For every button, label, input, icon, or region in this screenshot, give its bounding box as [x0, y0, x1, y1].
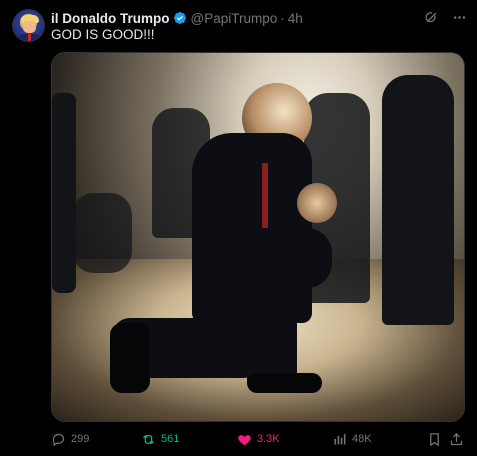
repost-count: 561	[161, 433, 180, 445]
heart-icon	[238, 434, 251, 445]
repost-button[interactable]: 561	[141, 429, 179, 449]
like-count: 3.3K	[257, 433, 280, 445]
action-bar: 299 561 3.3K 48K	[51, 429, 465, 449]
header-icons	[423, 9, 467, 25]
post-image[interactable]	[51, 52, 465, 422]
views-count: 48K	[352, 433, 372, 445]
bookmark-icon	[430, 432, 439, 446]
bookmark-button[interactable]	[427, 429, 447, 449]
display-name[interactable]: il Donaldo Trumpo	[51, 11, 170, 26]
separator-dot: ·	[280, 10, 285, 26]
reply-icon	[52, 433, 65, 446]
avatar[interactable]	[12, 9, 45, 42]
views-icon	[334, 433, 346, 444]
verified-badge-icon	[173, 11, 187, 25]
repost-icon	[143, 434, 154, 444]
more-icon[interactable]	[451, 9, 467, 25]
figure-hands	[297, 183, 337, 223]
timestamp[interactable]: 4h	[288, 11, 303, 26]
reply-count: 299	[71, 433, 90, 445]
like-button[interactable]: 3.3K	[237, 429, 280, 449]
share-icon	[450, 432, 463, 445]
reply-button[interactable]: 299	[51, 429, 89, 449]
share-button[interactable]	[449, 429, 469, 449]
grok-icon[interactable]	[423, 9, 439, 25]
handle[interactable]: @PapiTrumpo	[191, 11, 278, 26]
post-text: GOD IS GOOD!!!	[51, 27, 155, 42]
views-button[interactable]: 48K	[332, 429, 372, 449]
post-header: il Donaldo Trumpo @PapiTrumpo · 4h	[51, 9, 303, 27]
post[interactable]: il Donaldo Trumpo @PapiTrumpo · 4h GOD I…	[0, 0, 477, 456]
